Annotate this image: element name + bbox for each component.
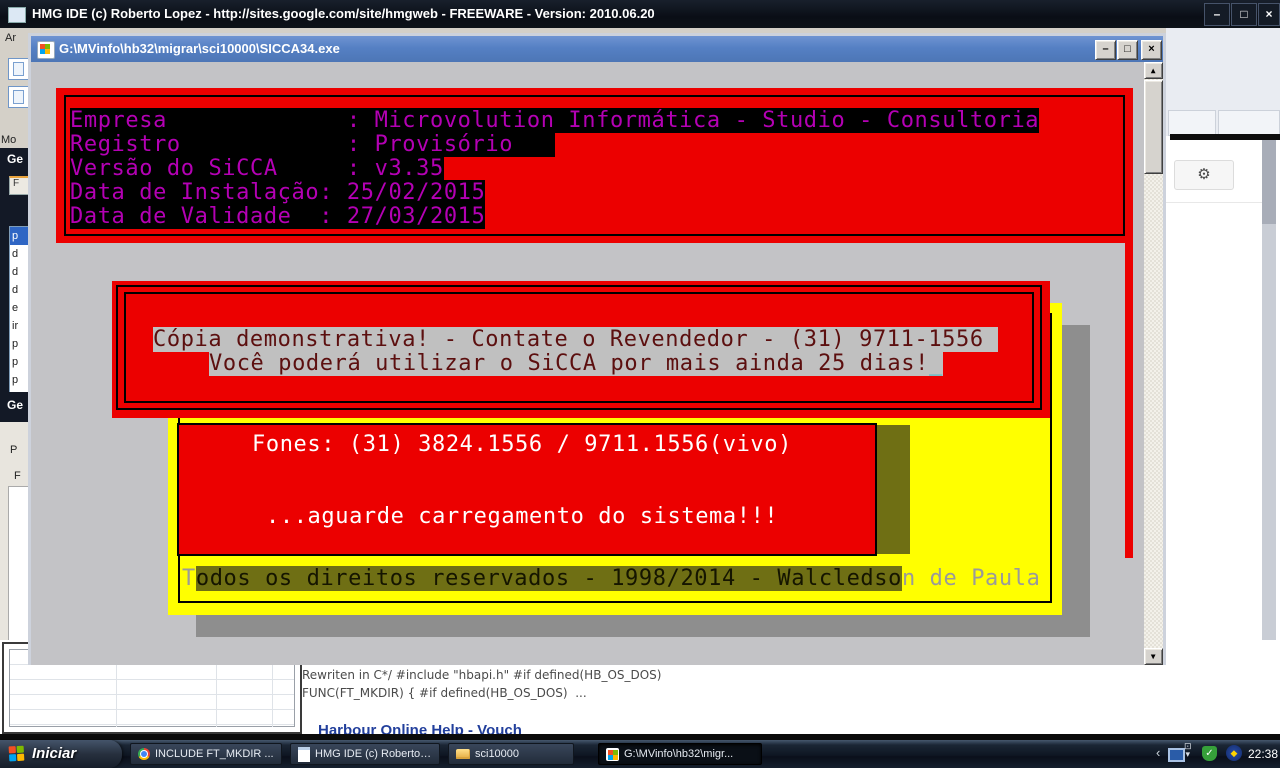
windows-logo-icon	[8, 745, 26, 763]
demo-line-2: Você poderá utilizar o SiCCA por mais ai…	[209, 351, 943, 376]
console-client-area: Empresa : Microvolution Informática - St…	[31, 62, 1163, 665]
file-list: p d d d e ir p p p p	[9, 226, 30, 416]
list-item[interactable]: d	[10, 281, 29, 299]
document-icon	[13, 62, 24, 76]
tray-expand-icon[interactable]: ‹	[1156, 745, 1160, 760]
browser-tab-fragment[interactable]	[1218, 110, 1280, 136]
yellow-window-shadow	[196, 615, 1090, 637]
loading-line: ...aguarde carregamento do sistema!!!	[266, 504, 779, 529]
info-line: Data de Instalação: 25/02/2015	[70, 180, 486, 205]
panel-3-box	[8, 486, 29, 648]
tray-app-icon[interactable]: ◆	[1226, 745, 1242, 761]
taskbar-item-console[interactable]: G:\MVinfo\hb32\migr...	[598, 743, 762, 765]
scrollbar-thumb[interactable]	[1144, 80, 1163, 174]
console-minimize-button[interactable]: –	[1095, 40, 1116, 60]
red-column-strip	[1125, 243, 1133, 558]
phones-line: Fones: (31) 3824.1556 / 9711.1556(vivo)	[252, 432, 792, 457]
chrome-icon	[138, 748, 150, 760]
panel-3-label: F	[14, 470, 21, 482]
tray-clock[interactable]: 22:38	[1248, 747, 1278, 761]
start-button[interactable]: Iniciar	[0, 740, 122, 768]
scroll-down-button[interactable]: ▼	[1144, 648, 1163, 665]
ide-panel-2: Ge	[0, 392, 28, 422]
console-window: G:\MVinfo\hb32\migrar\sci10000\SICCA34.e…	[28, 33, 1166, 665]
license-info-box: Empresa : Microvolution Informática - St…	[56, 88, 1133, 243]
list-item[interactable]: d	[10, 263, 29, 281]
console-title: G:\MVinfo\hb32\migrar\sci10000\SICCA34.e…	[59, 41, 340, 56]
console-maximize-button[interactable]: □	[1117, 40, 1138, 60]
info-line: Registro : Provisório	[70, 132, 555, 157]
desktop: HMG IDE (c) Roberto Lopez - http://sites…	[0, 0, 1280, 768]
browser-tab-fragment[interactable]	[1168, 110, 1216, 136]
gear-button[interactable]: ⚙	[1174, 160, 1234, 190]
list-item[interactable]: p	[10, 371, 29, 389]
document-icon	[13, 90, 24, 104]
open-file-button[interactable]	[8, 86, 29, 108]
ide-panel-3: P F	[0, 422, 29, 668]
text-cursor: _	[928, 351, 943, 376]
list-item[interactable]: p	[10, 227, 29, 245]
info-line: Empresa : Microvolution Informática - St…	[70, 108, 1040, 133]
display-tray-icon[interactable]	[1168, 748, 1185, 762]
panel-3-tab[interactable]: P	[10, 444, 17, 456]
toolbar-fragment: Mo	[1, 134, 17, 146]
window-arrows-icon[interactable]: ⊡ ▾	[1184, 742, 1192, 759]
list-item[interactable]: p	[10, 353, 29, 371]
code-line-2: FUNC(FT_MKDIR) { #if defined(HB_OS_DOS) …	[302, 686, 587, 700]
demo-message-box: Cópia demonstrativa! - Contate o Revende…	[112, 281, 1050, 418]
browser-right-strip: ⚙	[1166, 28, 1280, 740]
minimize-button[interactable]: –	[1204, 3, 1230, 26]
code-line-1: Rewriten in C*/ #include "hbapi.h" #if d…	[302, 668, 662, 682]
taskbar-item-hmg-ide[interactable]: HMG IDE (c) Roberto ...	[290, 743, 440, 765]
console-titlebar[interactable]: G:\MVinfo\hb32\migrar\sci10000\SICCA34.e…	[31, 36, 1163, 62]
menu-fragment[interactable]: Ar	[5, 32, 16, 44]
copyright-line: Todos os direitos reservados - 1998/2014…	[182, 566, 1041, 591]
list-item[interactable]: ir	[10, 317, 29, 335]
info-line: Data de Validade : 27/03/2015	[70, 204, 486, 229]
dos-app-icon	[606, 747, 619, 761]
taskbar-item-folder[interactable]: sci10000	[448, 743, 574, 765]
taskbar-item-label: sci10000	[475, 748, 520, 760]
maximize-button[interactable]: □	[1231, 3, 1257, 26]
folder-icon	[456, 749, 470, 759]
security-shield-icon[interactable]: ✓	[1202, 746, 1217, 761]
scroll-up-button[interactable]: ▲	[1144, 62, 1163, 79]
yellow-window-shadow	[1062, 325, 1090, 637]
new-file-button[interactable]	[8, 58, 29, 80]
ide-left-strip: Ar Mo Ge F p d d d e ir p p p p Ge P F	[0, 28, 31, 740]
info-line: Versão do SiCCA : v3.35	[70, 156, 444, 181]
main-window-title: HMG IDE (c) Roberto Lopez - http://sites…	[32, 6, 655, 21]
gear-icon: ⚙	[1197, 166, 1211, 183]
browser-scrollbar-thumb[interactable]	[1262, 140, 1276, 224]
divider	[1166, 202, 1262, 203]
app-window-icon	[8, 7, 26, 23]
panel-1-header: Ge	[7, 152, 24, 166]
close-button[interactable]: ×	[1258, 3, 1280, 26]
demo-line-1: Cópia demonstrativa! - Contate o Revende…	[153, 327, 998, 352]
phones-box-shadow	[877, 425, 910, 554]
taskbar-item-label: HMG IDE (c) Roberto ...	[315, 748, 432, 760]
start-label: Iniciar	[32, 745, 77, 762]
list-item[interactable]: p	[10, 335, 29, 353]
taskbar-item-label: INCLUDE FT_MKDIR ...	[155, 748, 274, 760]
panel-2-header: Ge	[7, 398, 24, 412]
list-item[interactable]: e	[10, 299, 29, 317]
main-window-titlebar[interactable]: HMG IDE (c) Roberto Lopez - http://sites…	[0, 0, 1280, 28]
taskbar: Iniciar INCLUDE FT_MKDIR ... HMG IDE (c)…	[0, 740, 1280, 768]
list-item[interactable]: d	[10, 245, 29, 263]
taskbar-item-chrome[interactable]: INCLUDE FT_MKDIR ...	[130, 743, 282, 765]
dos-app-icon	[37, 41, 55, 59]
console-close-button[interactable]: ×	[1141, 40, 1162, 60]
taskbar-item-label: G:\MVinfo\hb32\migr...	[624, 748, 734, 760]
window-icon	[298, 746, 310, 762]
browser-toolbar-area	[1166, 28, 1280, 136]
